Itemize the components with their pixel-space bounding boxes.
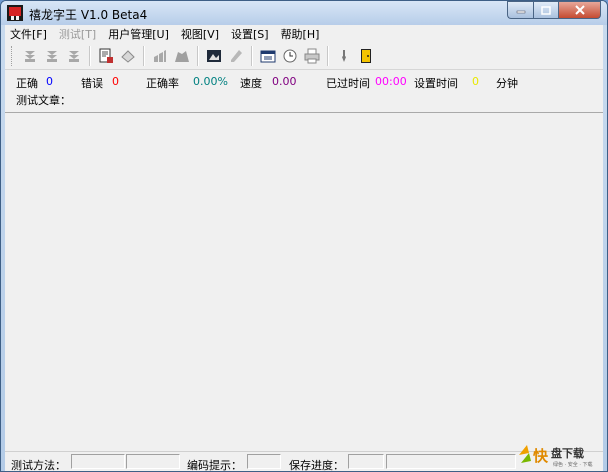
menu-help[interactable]: 帮助[H] — [276, 26, 325, 42]
minimize-icon — [516, 10, 525, 14]
svg-text:绿色 · 安全 · 下载: 绿色 · 安全 · 下载 — [553, 461, 593, 468]
set-time-label: 设置时间 — [414, 77, 458, 90]
elapsed-time-label: 已过时间 — [326, 77, 370, 90]
chart-button[interactable] — [150, 46, 170, 66]
edit-icon — [231, 50, 242, 62]
correct-label: 正确 — [16, 77, 38, 90]
eraser-button[interactable] — [118, 46, 138, 66]
test-method-field — [71, 454, 125, 469]
article-save-button[interactable] — [96, 46, 116, 66]
books-icon — [175, 51, 189, 62]
accuracy-value: 0.00% — [193, 75, 228, 88]
stack-button-1[interactable] — [20, 46, 40, 66]
site-watermark-logo: 快 盘下载 绿色 · 安全 · 下载 — [519, 445, 593, 468]
chart-icon — [154, 50, 166, 62]
menu-file[interactable]: 文件[F] — [5, 26, 52, 42]
error-label: 错误 — [81, 77, 103, 90]
accuracy-label: 正确率 — [146, 77, 179, 90]
typing-stats-panel: 正确 0 错误 0 正确率 0.00% 速度 0.00 已过时间 00:00 设… — [5, 70, 603, 113]
calendar-icon — [260, 50, 276, 63]
app-logo-icon — [7, 5, 23, 21]
toolbar-separator — [327, 46, 329, 66]
code-hint-label: 编码提示： — [187, 459, 242, 472]
maximize-button[interactable] — [533, 1, 558, 19]
set-time-value: 0 — [472, 75, 479, 88]
stack-icon — [69, 51, 79, 62]
clock-icon — [283, 49, 297, 63]
calendar-button[interactable] — [258, 46, 278, 66]
stack-button-2[interactable] — [42, 46, 62, 66]
code-hint-field — [247, 454, 281, 469]
key-button[interactable] — [334, 46, 354, 66]
speed-label: 速度 — [240, 77, 262, 90]
status-bar: 测试方法： 编码提示： 保存进度： — [5, 451, 603, 472]
exit-button[interactable] — [356, 46, 376, 66]
stack-icon — [25, 51, 35, 62]
image-button[interactable] — [204, 46, 224, 66]
stack-icon — [47, 51, 57, 62]
client-area: 文件[F] 测试[T] 用户管理[U] 视图[V] 设置[S] 帮助[H] 正确… — [5, 25, 603, 471]
speed-value: 0.00 — [272, 75, 297, 88]
window-title: 禧龙字王 V1.0 Beta4 — [29, 8, 148, 22]
exit-door-icon — [361, 49, 371, 63]
app-window: 禧龙字王 V1.0 Beta4 文件[F] 测试[T] 用户管理[U] 视图[V… — [0, 0, 608, 472]
menu-user-management[interactable]: 用户管理[U] — [103, 26, 174, 42]
error-value: 0 — [112, 75, 119, 88]
close-icon — [574, 5, 585, 15]
minimize-button[interactable] — [507, 1, 533, 19]
close-button[interactable] — [558, 1, 601, 19]
toolbar-separator — [251, 46, 253, 66]
edit-button[interactable] — [226, 46, 246, 66]
minutes-label: 分钟 — [496, 77, 518, 90]
picture-icon — [207, 50, 221, 62]
save-progress-field — [348, 454, 384, 469]
test-method-field-2 — [126, 454, 180, 469]
books-button[interactable] — [172, 46, 192, 66]
test-method-label: 测试方法： — [11, 459, 66, 472]
key-icon — [342, 50, 346, 62]
menu-bar: 文件[F] 测试[T] 用户管理[U] 视图[V] 设置[S] 帮助[H] — [5, 25, 603, 43]
test-article-label: 测试文章： — [16, 94, 71, 107]
toolbar — [5, 43, 603, 70]
svg-text:快: 快 — [533, 447, 549, 465]
clock-button[interactable] — [280, 46, 300, 66]
document-save-icon — [99, 48, 113, 63]
print-button[interactable] — [302, 46, 322, 66]
toolbar-separator — [143, 46, 145, 66]
menu-test[interactable]: 测试[T] — [54, 26, 101, 42]
toolbar-grip[interactable] — [11, 46, 15, 66]
svg-text:盘下载: 盘下载 — [551, 446, 584, 460]
elapsed-time-value: 00:00 — [375, 75, 407, 88]
menu-settings[interactable]: 设置[S] — [226, 26, 274, 42]
correct-value: 0 — [46, 75, 53, 88]
menu-view[interactable]: 视图[V] — [176, 26, 224, 42]
status-field — [386, 454, 516, 469]
printer-icon — [304, 48, 320, 64]
maximize-icon — [541, 5, 551, 15]
title-bar[interactable]: 禧龙字王 V1.0 Beta4 — [1, 1, 607, 25]
stack-button-3[interactable] — [64, 46, 84, 66]
save-progress-label: 保存进度： — [289, 459, 344, 472]
typing-text-area[interactable] — [5, 113, 603, 451]
toolbar-separator — [197, 46, 199, 66]
toolbar-separator — [89, 46, 91, 66]
eraser-icon — [121, 50, 135, 63]
